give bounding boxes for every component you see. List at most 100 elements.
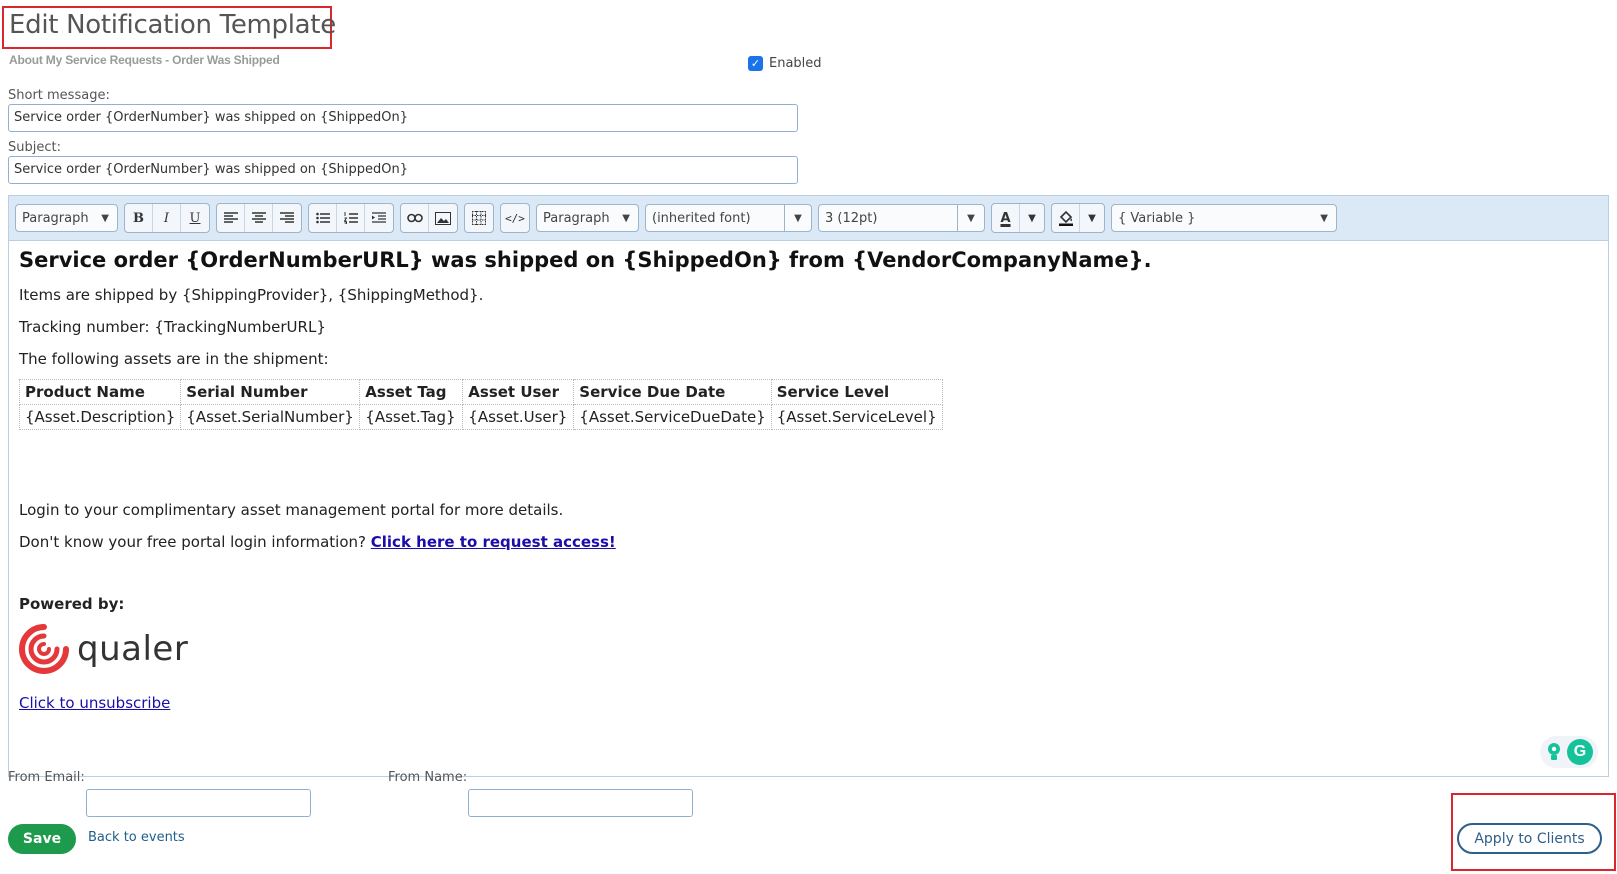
shipping-line: Items are shipped by {ShippingProvider},… (19, 286, 484, 304)
bullet-list-icon (315, 212, 330, 224)
unsubscribe-line: Click to unsubscribe (19, 694, 1598, 713)
subject-input[interactable]: Service order {OrderNumber} was shipped … (8, 156, 798, 184)
font-color-dropdown[interactable]: ▼ (1020, 204, 1044, 232)
align-center-icon (251, 212, 266, 223)
from-name-input[interactable] (468, 789, 693, 817)
insert-group (400, 203, 458, 233)
request-access-link[interactable]: Click here to request access! (371, 533, 616, 551)
qualer-logo: qualer (19, 624, 1598, 674)
numbered-list-icon (343, 212, 358, 224)
short-message-label: Short message: (8, 88, 110, 103)
enabled-toggle[interactable]: ✓ Enabled (748, 56, 822, 71)
indent-icon (372, 212, 386, 223)
enabled-checkbox[interactable]: ✓ (748, 56, 763, 71)
table-cell: {Asset.Tag} (359, 404, 464, 430)
list-group (308, 203, 394, 233)
table-group (464, 203, 494, 233)
login-line: Login to your complimentary asset manage… (19, 501, 564, 519)
from-name-label: From Name: (388, 770, 468, 785)
font-family-select-value: (inherited font) (652, 210, 751, 226)
table-header-cell: Service Level (770, 379, 943, 405)
italic-button[interactable]: I (153, 204, 181, 232)
assets-intro-line: The following assets are in the shipment… (19, 350, 329, 368)
from-email-input[interactable] (86, 789, 311, 817)
table-cell: {Asset.ServiceDueDate} (573, 404, 772, 430)
font-size-select-value: 3 (12pt) (825, 210, 878, 226)
chevron-down-icon: ▼ (1088, 212, 1096, 224)
table-cell: {Asset.SerialNumber} (180, 404, 361, 430)
insert-link-button[interactable] (401, 204, 429, 232)
grammarly-widget[interactable]: G (1540, 736, 1598, 768)
align-left-icon (223, 212, 238, 223)
table-cell: {Asset.ServiceLevel} (770, 404, 943, 430)
variable-select-value: { Variable } (1118, 210, 1196, 226)
text-style-group: B I U (124, 203, 210, 233)
save-button[interactable]: Save (8, 824, 76, 854)
page-title: Edit Notification Template (9, 10, 336, 40)
table-header-cell: Service Due Date (573, 379, 772, 405)
code-group: </> (500, 203, 530, 233)
format-select[interactable]: Paragraph ▼ (15, 204, 118, 232)
alignment-group (216, 203, 302, 233)
chevron-down-icon: ▼ (101, 212, 109, 224)
qualer-logo-text: qualer (77, 629, 189, 669)
bullet-list-button[interactable] (309, 204, 337, 232)
enabled-label: Enabled (769, 56, 822, 71)
editor-content[interactable]: Service order {OrderNumberURL} was shipp… (18, 248, 1598, 726)
chevron-down-icon: ▼ (1028, 212, 1036, 224)
tracking-line: Tracking number: {TrackingNumberURL} (19, 318, 326, 336)
align-left-button[interactable] (217, 204, 245, 232)
qualer-logo-icon (19, 624, 69, 674)
table-cell: {Asset.User} (462, 404, 575, 430)
table-header-cell: Product Name (18, 379, 182, 405)
table-header-cell: Asset Tag (359, 379, 464, 405)
rich-text-editor[interactable]: Paragraph ▼ B I U </> Paragraph ▼ (inher… (8, 195, 1609, 777)
align-right-button[interactable] (273, 204, 301, 232)
block-select-value: Paragraph (543, 210, 610, 226)
highlight-color-dropdown[interactable]: ▼ (1080, 204, 1104, 232)
numbered-list-button[interactable] (337, 204, 365, 232)
indent-button[interactable] (365, 204, 393, 232)
lightbulb-icon[interactable] (1545, 741, 1563, 763)
align-right-icon (280, 212, 294, 223)
apply-to-clients-button[interactable]: Apply to Clients (1457, 823, 1602, 854)
image-icon (435, 211, 451, 225)
highlight-color-button[interactable] (1052, 204, 1080, 232)
editor-toolbar: Paragraph ▼ B I U </> Paragraph ▼ (inher… (9, 196, 1608, 241)
font-family-select[interactable]: (inherited font) ▼ (645, 204, 812, 232)
insert-table-button[interactable] (465, 204, 493, 232)
chevron-down-icon: ▼ (622, 212, 630, 224)
chevron-down-icon: ▼ (1320, 212, 1328, 224)
table-cell: {Asset.Description} (18, 404, 182, 430)
unsubscribe-link[interactable]: Click to unsubscribe (19, 694, 170, 712)
insert-image-button[interactable] (429, 204, 457, 232)
font-size-select[interactable]: 3 (12pt) ▼ (818, 204, 985, 232)
underline-button[interactable]: U (181, 204, 209, 232)
portal-line: Don't know your free portal login inform… (19, 533, 1598, 552)
short-message-input[interactable]: Service order {OrderNumber} was shipped … (8, 104, 798, 132)
variable-select[interactable]: { Variable } ▼ (1111, 204, 1337, 232)
table-icon (472, 211, 486, 225)
link-icon (406, 213, 423, 223)
format-select-value: Paragraph (22, 210, 89, 226)
html-view-button[interactable]: </> (501, 204, 529, 232)
table-header-cell: Serial Number (180, 379, 361, 405)
back-to-events-link[interactable]: Back to events (88, 830, 185, 845)
font-color-group: A ▼ (991, 203, 1045, 233)
font-color-button[interactable]: A (992, 204, 1020, 232)
align-center-button[interactable] (245, 204, 273, 232)
chevron-down-icon: ▼ (784, 205, 811, 231)
powered-by-label: Powered by: (19, 595, 125, 613)
portal-text: Don't know your free portal login inform… (19, 533, 366, 551)
bold-button[interactable]: B (125, 204, 153, 232)
grammarly-icon[interactable]: G (1567, 739, 1593, 765)
page-subtitle: About My Service Requests - Order Was Sh… (9, 53, 280, 67)
paint-bucket-icon (1058, 210, 1073, 226)
block-select[interactable]: Paragraph ▼ (536, 204, 639, 232)
asset-table: Product Name Serial Number Asset Tag Ass… (18, 379, 943, 430)
from-email-label: From Email: (8, 770, 85, 785)
chevron-down-icon: ▼ (957, 205, 984, 231)
table-header-row: Product Name Serial Number Asset Tag Ass… (18, 379, 943, 405)
